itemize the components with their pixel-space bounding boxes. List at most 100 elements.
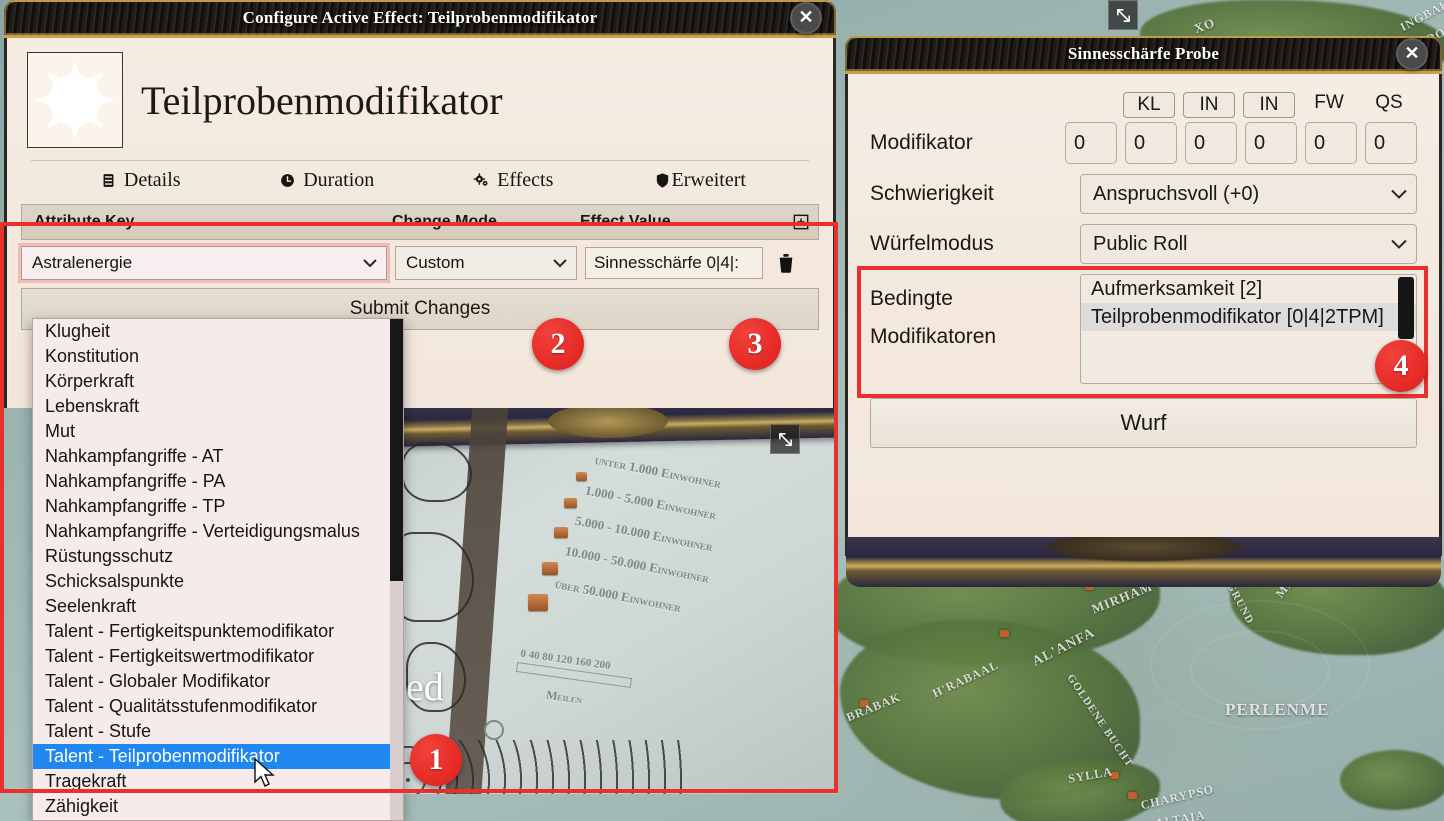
modifier-input-5[interactable]: 0 [1365,122,1417,164]
expand-arrows-icon [1116,8,1130,22]
chevron-down-icon [363,253,377,273]
close-button[interactable]: ✕ [790,1,822,34]
change-mode-select[interactable]: Custom [395,246,577,280]
annotation-badge-2: 2 [532,318,584,370]
tab-duration-label: Duration [303,169,375,191]
dropdown-option[interactable]: Rüstungsschutz [33,544,403,569]
conditional-label-line2: Modifikatoren [870,325,997,348]
roll-button[interactable]: Wurf [870,398,1417,448]
mouse-cursor [253,757,275,793]
expand-scene-button-top[interactable] [1108,0,1138,30]
conditional-scrollbar-thumb[interactable] [1398,277,1414,339]
rollmode-label: Würfelmodus [870,232,994,255]
right-window-title: Sinnesschärfe Probe [1067,43,1220,63]
chevron-down-icon [553,253,567,273]
dropdown-option[interactable]: Klugheit [33,319,403,344]
conditional-modifiers-listbox[interactable]: Aufmerksamkeit [2] Teilprobenmodifikator … [1080,274,1417,384]
difficulty-value: Anspruchsvoll (+0) [1093,182,1260,205]
trash-icon [779,254,793,273]
modifier-header-qs-4: QS [1375,92,1403,113]
attribute-key-select[interactable]: Astralenergie [18,243,390,283]
chevron-down-icon [1391,183,1407,206]
effect-tabs: Details Duration Effects Erweitert [21,161,819,198]
modifier-input-2[interactable]: 0 [1185,122,1237,164]
modifier-input-0[interactable]: 0 [1065,122,1117,164]
attribute-key-dropdown-list[interactable]: Klugheit Konstitution Körperkraft Lebenskra… [32,318,404,821]
map-text-fragment: ed [406,664,444,709]
tab-effects[interactable]: Effects [420,169,607,192]
difficulty-select[interactable]: Anspruchsvoll (+0) [1080,174,1417,214]
dropdown-option[interactable]: Nahkampfangriffe - Verteidigungsmalus [33,519,403,544]
dropdown-option[interactable]: Tragekraft [33,769,403,794]
dropdown-option[interactable]: Lebenskraft [33,394,403,419]
dropdown-option[interactable]: Seelenkraft [33,594,403,619]
dropdown-option[interactable]: Schicksalspunkte [33,569,403,594]
tab-duration[interactable]: Duration [234,169,421,192]
right-window-body: KL IN IN FW QS Modifikator 000000 Schwierigk… [845,74,1442,587]
effect-value-input[interactable]: Sinnesschärfe 0|4|: [585,247,763,279]
annotation-badge-3: 3 [729,318,781,370]
difficulty-row: Schwierigkeit Anspruchsvoll (+0) [870,174,1417,214]
modifier-label: Modifikator [870,131,973,154]
window-bottom-ornament [846,537,1441,587]
dropdown-option[interactable]: Konstitution [33,344,403,369]
tab-erweitert[interactable]: Erweitert [607,169,794,192]
modifier-input-1[interactable]: 0 [1125,122,1177,164]
rollmode-row: Würfelmodus Public Roll [870,224,1417,264]
modifier-header-in-1[interactable]: IN [1183,92,1235,118]
col-attribute-key: Attribute Key [34,213,135,230]
left-window-titlebar[interactable]: Configure Active Effect: Teilprobenmodif… [4,0,836,38]
modifier-input-3[interactable]: 0 [1245,122,1297,164]
clock-icon [281,174,295,187]
modifier-header-in-2[interactable]: IN [1243,92,1295,118]
delete-effect-button[interactable] [771,253,801,273]
modifier-header-kl-0[interactable]: KL [1123,92,1175,118]
modifier-row: Modifikator 000000 [870,122,1417,164]
left-window-title: Configure Active Effect: Teilprobenmodif… [242,7,598,27]
dropdown-option[interactable]: Nahkampfangriffe - TP [33,494,403,519]
map-legend-entry: über 50.000 Einwohner [553,575,683,616]
effect-header: Teilprobenmodifikator [21,38,819,158]
conditional-label-line1: Bedingte [870,287,953,310]
map-legend-entry: unter 1.000 Einwohner [593,451,723,492]
annotation-badge-4: 4 [1375,340,1427,392]
expand-scene-button-middle[interactable] [770,424,800,454]
conditional-modifier-item[interactable]: Teilprobenmodifikator [0|4|2TPM] [1081,303,1416,331]
expand-arrows-icon [778,432,792,446]
dropdown-option[interactable]: Talent - Stufe [33,719,403,744]
dropdown-scrollbar-track[interactable] [390,319,403,820]
submit-changes-label: Submit Changes [349,298,491,319]
dropdown-option[interactable]: Talent - Teilprobenmodifikator [33,744,403,769]
tab-details[interactable]: Details [47,169,234,192]
dropdown-option[interactable]: Talent - Qualitätsstufenmodifikator [33,694,403,719]
dropdown-option[interactable]: Talent - Fertigkeitspunktemodifikator [33,619,403,644]
dropdown-option[interactable]: Talent - Globaler Modifikator [33,669,403,694]
add-effect-button[interactable] [784,214,818,230]
dropdown-option[interactable]: Nahkampfangriffe - PA [33,469,403,494]
tab-details-label: Details [123,169,181,191]
rollmode-value: Public Roll [1093,232,1188,255]
dropdown-option[interactable]: Zähigkeit [33,794,403,819]
chevron-down-icon [1391,233,1407,256]
change-mode-value: Custom [406,253,465,272]
dropdown-scrollbar-thumb[interactable] [390,319,403,581]
effect-change-row: Astralenergie Custom Sinnesschärfe 0|4|: [18,243,819,283]
annotation-badge-1: 1 [410,734,462,786]
modifier-inputs: 000000 [1065,122,1417,164]
tab-erweitert-label: Erweitert [671,169,746,191]
map-legend-sheet: unter 1.000 Einwohner 1.000 - 5.000 Einwo… [398,402,838,794]
modifier-input-4[interactable]: 0 [1305,122,1357,164]
conditional-modifier-item[interactable]: Aufmerksamkeit [2] [1081,275,1416,303]
right-window-titlebar[interactable]: Sinnesschärfe Probe ✕ [845,36,1442,74]
dropdown-option[interactable]: Körperkraft [33,369,403,394]
dropdown-option[interactable]: Nahkampfangriffe - AT [33,444,403,469]
dropdown-option[interactable]: Talent - Fertigkeitswertmodifikator [33,644,403,669]
rollmode-select[interactable]: Public Roll [1080,224,1417,264]
effect-icon[interactable] [27,52,123,148]
effect-name: Teilprobenmodifikator [141,77,503,123]
modifier-header-fw-3: FW [1314,92,1344,113]
difficulty-label: Schwierigkeit [870,182,994,205]
dropdown-option[interactable]: Mut [33,419,403,444]
gears-icon [473,173,488,186]
close-button[interactable]: ✕ [1396,37,1428,70]
